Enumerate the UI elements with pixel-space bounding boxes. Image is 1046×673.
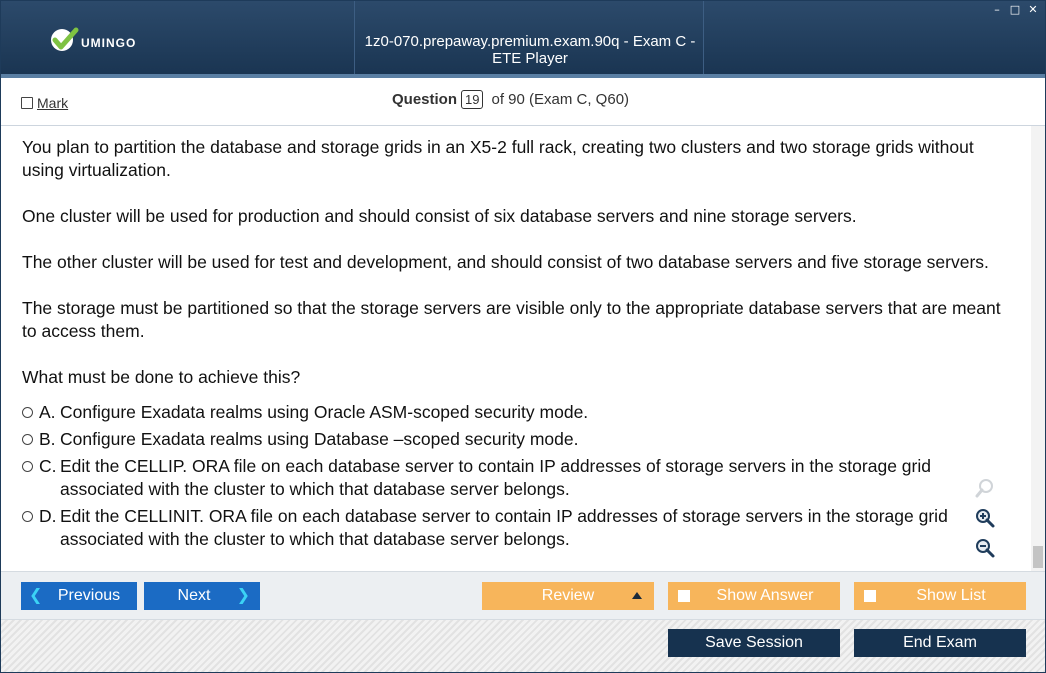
answer-option-c[interactable]: C. Edit the CELLIP. ORA file on each dat… — [22, 455, 1007, 501]
question-total: of 90 (Exam C, Q60) — [491, 91, 630, 108]
option-letter: D. — [39, 506, 57, 526]
answer-option-a[interactable]: A. Configure Exadata realms using Oracle… — [22, 401, 1007, 424]
option-text: Edit the CELLIP. ORA file on each databa… — [60, 456, 931, 499]
close-icon[interactable]: ✕ — [1027, 4, 1039, 16]
option-letter: B. — [39, 429, 56, 449]
title-divider — [354, 1, 355, 74]
window-controls: – □ ✕ — [991, 4, 1039, 16]
radio-button[interactable] — [22, 511, 33, 522]
mark-checkbox[interactable]: Mark — [21, 95, 68, 111]
next-button[interactable]: Next ❯ — [144, 582, 260, 610]
check-logo-icon — [51, 27, 79, 51]
app-window: UMINGO 1z0-070.prepaway.premium.exam.90q… — [0, 0, 1046, 673]
question-paragraph: The storage must be partitioned so that … — [22, 298, 1001, 341]
review-button[interactable]: Review — [482, 582, 654, 610]
question-paragraph: The other cluster will be used for test … — [22, 252, 989, 272]
show-answer-button[interactable]: Show Answer — [668, 582, 840, 610]
next-label: Next — [177, 587, 211, 604]
navigation-bar: ❮ Previous Next ❯ Review Show Answer Sho… — [1, 571, 1045, 619]
previous-button[interactable]: ❮ Previous — [21, 582, 137, 610]
question-content: You plan to partition the database and s… — [1, 126, 1027, 571]
minimize-icon[interactable]: – — [991, 4, 1003, 16]
zoom-in-icon[interactable] — [973, 507, 997, 529]
previous-label: Previous — [57, 587, 121, 604]
answer-option-b[interactable]: B. Configure Exadata realms using Databa… — [22, 428, 1007, 451]
checkbox-icon[interactable] — [864, 590, 876, 602]
radio-button[interactable] — [22, 461, 33, 472]
checkbox-icon[interactable] — [21, 97, 33, 109]
question-number: Question 19 of 90 (Exam C, Q60) — [392, 90, 629, 109]
option-letter: A. — [39, 402, 56, 422]
option-text: Edit the CELLINIT. ORA file on each data… — [60, 506, 948, 549]
zoom-out-icon[interactable] — [973, 537, 997, 559]
radio-button[interactable] — [22, 407, 33, 418]
vumingo-logo: UMINGO — [49, 23, 136, 57]
question-paragraph: One cluster will be used for production … — [22, 206, 857, 226]
triangle-up-icon — [632, 592, 642, 599]
review-label: Review — [541, 587, 595, 604]
title-bar: UMINGO 1z0-070.prepaway.premium.exam.90q… — [1, 1, 1045, 78]
maximize-icon[interactable]: □ — [1009, 4, 1021, 16]
chevron-right-icon: ❯ — [236, 587, 250, 604]
option-text: Configure Exadata realms using Database … — [60, 429, 579, 449]
logo-text: UMINGO — [81, 36, 137, 50]
question-label: Question — [392, 91, 458, 108]
zoom-tools — [973, 477, 997, 559]
content-scrollbar[interactable] — [1031, 126, 1045, 571]
save-session-button[interactable]: Save Session — [668, 629, 840, 657]
end-exam-button[interactable]: End Exam — [854, 629, 1026, 657]
chevron-left-icon: ❮ — [29, 587, 43, 604]
question-header: Mark Question 19 of 90 (Exam C, Q60) — [1, 78, 1045, 126]
show-answer-label: Show Answer — [716, 587, 814, 604]
question-paragraph: You plan to partition the database and s… — [22, 137, 974, 180]
window-title: 1z0-070.prepaway.premium.exam.90q - Exam… — [364, 33, 696, 67]
radio-button[interactable] — [22, 434, 33, 445]
question-number-input[interactable]: 19 — [461, 90, 484, 109]
option-letter: C. — [39, 456, 57, 476]
title-divider — [703, 1, 704, 74]
scrollbar-thumb[interactable] — [1033, 546, 1043, 568]
footer-bar: Save Session End Exam — [1, 619, 1045, 672]
answer-option-d[interactable]: D. Edit the CELLINIT. ORA file on each d… — [22, 505, 1007, 551]
question-prompt: What must be done to achieve this? — [22, 367, 301, 387]
show-list-button[interactable]: Show List — [854, 582, 1026, 610]
show-list-label: Show List — [916, 587, 986, 604]
zoom-reset-icon[interactable] — [973, 477, 997, 499]
option-text: Configure Exadata realms using Oracle AS… — [60, 402, 589, 422]
checkbox-icon[interactable] — [678, 590, 690, 602]
mark-label: Mark — [37, 95, 69, 111]
